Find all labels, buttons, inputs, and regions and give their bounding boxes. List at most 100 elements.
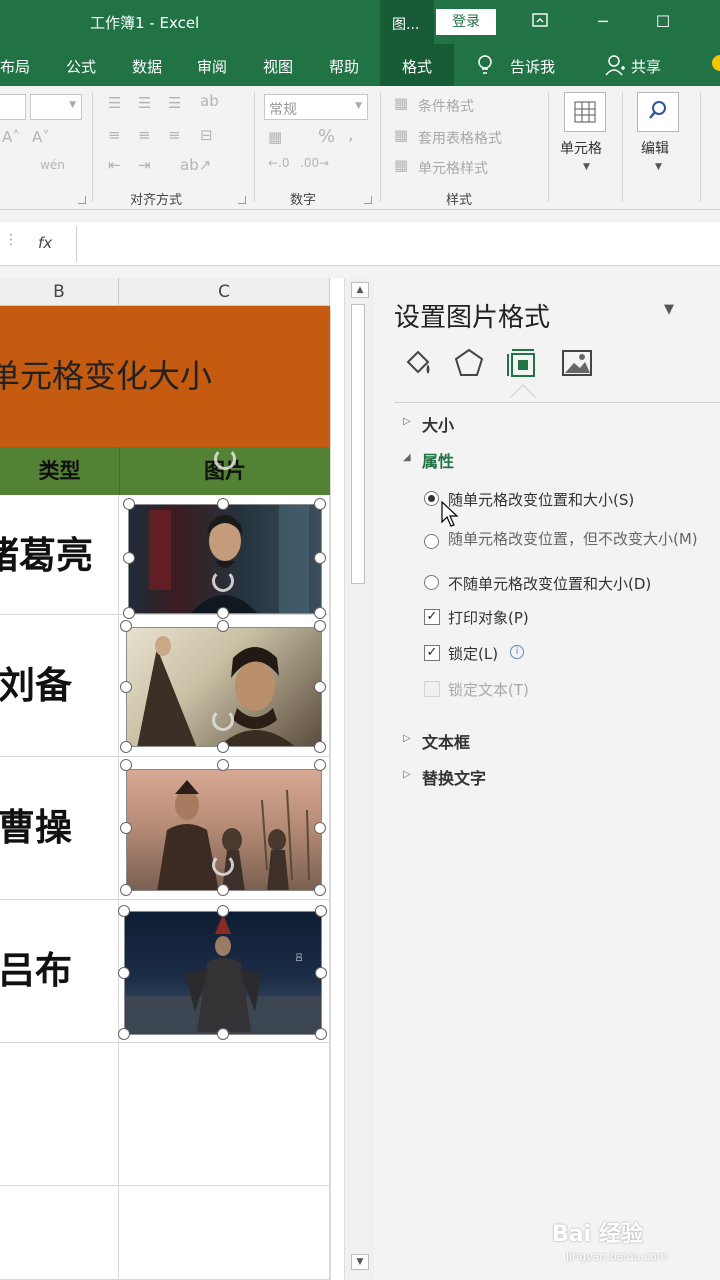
resize-handle[interactable]: [118, 967, 130, 979]
worksheet-grid[interactable]: B C 单元格变化大小 类型 图片 诸葛亮 刘备 曹操 吕布: [0, 278, 344, 1280]
section-textbox[interactable]: 文本框: [422, 729, 470, 753]
font-name-box[interactable]: [0, 94, 26, 120]
section-alt-text[interactable]: 替换文字: [422, 765, 486, 789]
section-properties[interactable]: 属性: [422, 448, 454, 472]
align-left-icon[interactable]: ≡: [108, 126, 121, 144]
scroll-down-arrow-icon[interactable]: ▼: [351, 1254, 369, 1270]
name-cell[interactable]: 曹操: [0, 757, 119, 900]
resize-handle[interactable]: [315, 1028, 327, 1040]
decrease-decimal-icon[interactable]: .00→: [300, 156, 329, 170]
option-no-move-label[interactable]: 不随单元格改变位置和大小(D): [448, 573, 651, 594]
size-properties-icon[interactable]: [506, 346, 540, 380]
maximize-button[interactable]: ☐: [648, 8, 678, 36]
resize-handle[interactable]: [314, 759, 326, 771]
checkbox-print-object[interactable]: ✓: [424, 609, 440, 625]
empty-cell[interactable]: [0, 1186, 119, 1280]
name-cell[interactable]: 刘备: [0, 615, 119, 757]
tab-help[interactable]: 帮助: [329, 56, 359, 77]
name-cell[interactable]: 诸葛亮: [0, 495, 119, 615]
resize-handle[interactable]: [314, 884, 326, 896]
option-move-and-size-label[interactable]: 随单元格改变位置和大小(S): [448, 489, 634, 510]
number-format-select[interactable]: 常规 ▼: [264, 94, 368, 120]
resize-handle[interactable]: [314, 552, 326, 564]
empty-cell[interactable]: [119, 1186, 330, 1280]
percent-style-button[interactable]: %: [318, 126, 335, 147]
font-size-box[interactable]: ▼: [30, 94, 82, 120]
radio-move-and-size[interactable]: [424, 491, 439, 506]
resize-handle[interactable]: [314, 620, 326, 632]
rotate-handle-icon[interactable]: [212, 570, 234, 592]
resize-handle[interactable]: [120, 681, 132, 693]
tab-data[interactable]: 数据: [132, 56, 162, 77]
comma-style-button[interactable]: ,: [348, 124, 354, 145]
alignment-dialog-launcher[interactable]: [238, 196, 246, 204]
align-bottom-icon[interactable]: ☰: [168, 94, 181, 112]
decrease-font-icon[interactable]: A˅: [32, 128, 50, 146]
picture-tools-context-tab[interactable]: 图...: [380, 0, 434, 44]
increase-font-icon[interactable]: A˄: [2, 128, 20, 146]
merged-title-cell[interactable]: 单元格变化大小: [0, 306, 330, 447]
zhuge-liang-picture[interactable]: [128, 504, 322, 614]
fill-line-icon[interactable]: [400, 346, 434, 380]
empty-cell[interactable]: [0, 1043, 119, 1186]
resize-handle[interactable]: [217, 620, 229, 632]
merge-center-icon[interactable]: ⊟: [200, 126, 213, 144]
formula-input[interactable]: [76, 226, 716, 262]
lu-bu-picture[interactable]: 吕: [124, 911, 322, 1035]
editing-button[interactable]: [637, 92, 679, 132]
minimize-button[interactable]: ─: [588, 8, 618, 36]
name-cell[interactable]: 吕布: [0, 900, 119, 1043]
resize-handle[interactable]: [217, 905, 229, 917]
resize-handle[interactable]: [118, 905, 130, 917]
resize-handle[interactable]: [314, 822, 326, 834]
scroll-up-arrow-icon[interactable]: ▲: [351, 282, 369, 298]
cell-styles-button[interactable]: 单元格样式: [418, 158, 488, 178]
print-object-label[interactable]: 打印对象(P): [448, 607, 529, 628]
option-move-no-size-label[interactable]: 随单元格改变位置，但不改变大小(M): [448, 528, 698, 549]
resize-handle[interactable]: [314, 498, 326, 510]
pane-options-dropdown[interactable]: ▼: [664, 302, 674, 317]
number-dialog-launcher[interactable]: [364, 196, 372, 204]
rotate-handle-icon[interactable]: [214, 448, 236, 470]
checkbox-locked[interactable]: ✓: [424, 645, 440, 661]
conditional-format-button[interactable]: 条件格式: [418, 96, 474, 116]
format-as-table-button[interactable]: 套用表格格式: [418, 128, 502, 148]
resize-handle[interactable]: [120, 759, 132, 771]
increase-decimal-icon[interactable]: ←.0: [268, 156, 290, 170]
align-top-icon[interactable]: ☰: [108, 94, 121, 112]
insert-function-button[interactable]: fx: [38, 234, 52, 252]
resize-handle[interactable]: [217, 498, 229, 510]
align-right-icon[interactable]: ≡: [168, 126, 181, 144]
empty-cell[interactable]: [119, 1043, 330, 1186]
effects-pentagon-icon[interactable]: [452, 346, 486, 380]
login-button[interactable]: 登录: [436, 9, 496, 35]
tell-me-box[interactable]: 告诉我: [510, 56, 555, 77]
resize-handle[interactable]: [120, 822, 132, 834]
tab-layout[interactable]: 布局: [0, 56, 30, 77]
increase-indent-icon[interactable]: ⇥: [138, 156, 151, 174]
tab-view[interactable]: 视图: [263, 56, 293, 77]
resize-handle[interactable]: [123, 552, 135, 564]
align-middle-icon[interactable]: ☰: [138, 94, 151, 112]
column-header-c[interactable]: C: [119, 278, 330, 306]
rotate-handle-icon[interactable]: [212, 854, 234, 876]
resize-handle[interactable]: [314, 607, 326, 619]
decrease-indent-icon[interactable]: ⇤: [108, 156, 121, 174]
font-dialog-launcher[interactable]: [78, 196, 86, 204]
rotate-handle-icon[interactable]: [212, 709, 234, 731]
resize-handle[interactable]: [314, 681, 326, 693]
phonetic-icon[interactable]: wén: [40, 158, 65, 172]
cells-button[interactable]: [564, 92, 606, 132]
resize-handle[interactable]: [217, 741, 229, 753]
column-header-b[interactable]: B: [0, 278, 119, 306]
header-cell-type[interactable]: 类型: [0, 447, 119, 495]
radio-move-no-size[interactable]: [424, 534, 439, 549]
resize-handle[interactable]: [120, 620, 132, 632]
tab-formulas[interactable]: 公式: [66, 56, 96, 77]
ribbon-display-options-button[interactable]: [525, 8, 555, 36]
vertical-scrollbar[interactable]: ▲ ▼: [344, 278, 374, 1280]
resize-handle[interactable]: [120, 884, 132, 896]
section-size[interactable]: 大小: [422, 412, 454, 436]
resize-handle[interactable]: [120, 741, 132, 753]
resize-handle[interactable]: [217, 607, 229, 619]
